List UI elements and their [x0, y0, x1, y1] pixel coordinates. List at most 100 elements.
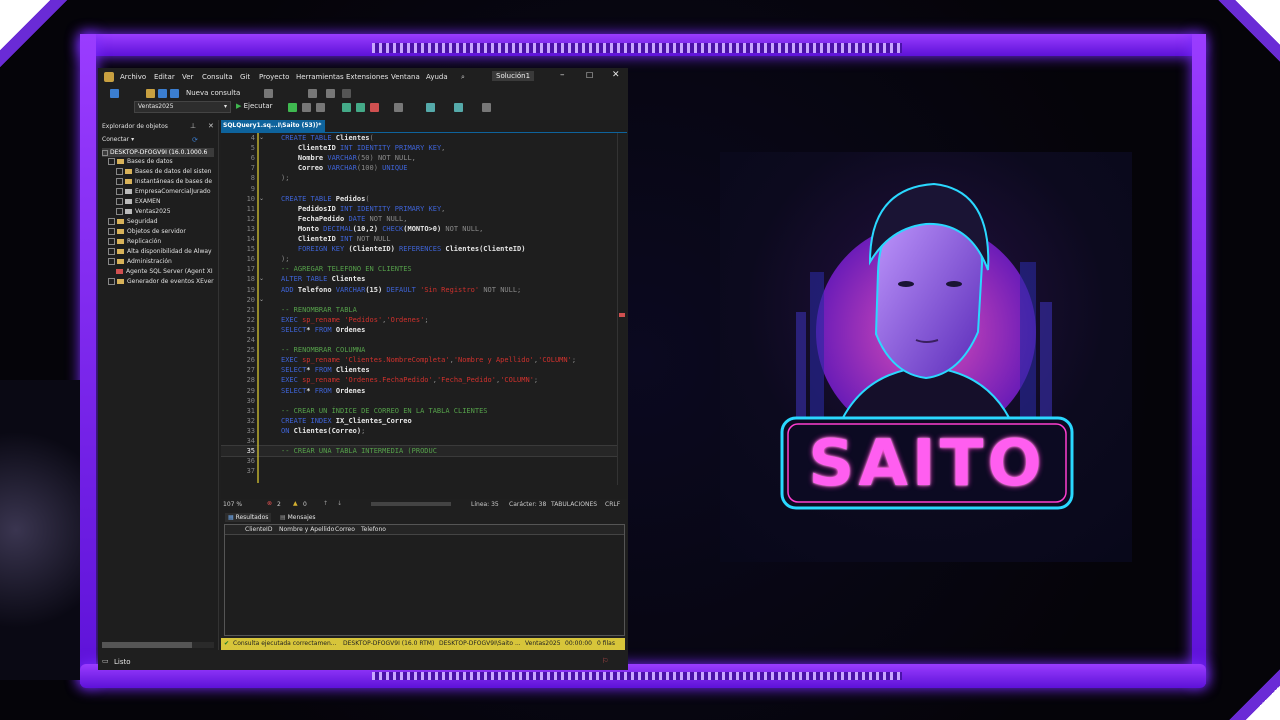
- code-line[interactable]: 12 FechaPedido DATE NOT NULL,: [221, 214, 617, 224]
- code-line[interactable]: 36: [221, 456, 617, 466]
- search-icon[interactable]: ⌕: [461, 73, 465, 82]
- code-line[interactable]: 25 -- RENOMBRAR COLUMNA: [221, 345, 617, 355]
- code-line[interactable]: 6 Nombre VARCHAR(50) NOT NULL,: [221, 153, 617, 163]
- indent-icon[interactable]: [426, 103, 435, 112]
- menu-herramientas[interactable]: Herramientas: [296, 73, 344, 81]
- code-line[interactable]: 27 SELECT* FROM Clientes: [221, 365, 617, 375]
- tree-item-server-objects[interactable]: Objetos de servidor: [108, 228, 186, 238]
- results-grid[interactable]: ClienteID Nombre y Apellido Correo Telef…: [224, 524, 625, 636]
- specify-values-icon[interactable]: [482, 103, 491, 112]
- menu-consulta[interactable]: Consulta: [202, 73, 233, 81]
- code-line[interactable]: 29 SELECT* FROM Ordenes: [221, 386, 617, 396]
- code-line[interactable]: 13 Monto DECIMAL(10,2) CHECK(MONTO>0) NO…: [221, 224, 617, 234]
- error-count[interactable]: 2: [277, 501, 281, 508]
- tree-item-sql-agent[interactable]: Agente SQL Server (Agent XI: [116, 268, 213, 278]
- code-line[interactable]: 23 SELECT* FROM Ordenes: [221, 325, 617, 335]
- comment-icon[interactable]: [342, 89, 351, 98]
- code-line[interactable]: 28 EXEC sp_rename 'Ordenes.FechaPedido','…: [221, 375, 617, 385]
- tree-item-management[interactable]: Administración: [108, 258, 172, 268]
- close-icon[interactable]: ✕: [612, 70, 620, 80]
- code-line[interactable]: 26 EXEC sp_rename 'Clientes.NombreComplet…: [221, 355, 617, 365]
- tab-resultados[interactable]: ▦ Resultados: [225, 513, 272, 522]
- code-line[interactable]: 11 PedidosID INT IDENTITY PRIMARY KEY,: [221, 204, 617, 214]
- code-line[interactable]: 34: [221, 436, 617, 446]
- fold-toggle-icon[interactable]: ⌄: [259, 296, 264, 303]
- up-arrow-icon[interactable]: ↑: [323, 500, 328, 507]
- outdent-icon[interactable]: [454, 103, 463, 112]
- tree-item-examen-db[interactable]: EXAMEN: [116, 198, 160, 208]
- new-query-button[interactable]: Nueva consulta: [186, 89, 240, 97]
- warning-count[interactable]: 0: [303, 501, 307, 508]
- refresh-icon[interactable]: ⟳: [192, 136, 198, 144]
- code-line[interactable]: 37: [221, 466, 617, 476]
- code-line[interactable]: 5 ClienteID INT IDENTITY PRIMARY KEY,: [221, 143, 617, 153]
- results-text-icon[interactable]: [342, 103, 351, 112]
- column-header[interactable]: Correo: [335, 525, 355, 534]
- tree-item-databases[interactable]: Bases de datos: [108, 158, 173, 168]
- open-folder-icon[interactable]: [146, 89, 155, 98]
- code-line[interactable]: 21 -- RENOMBRAR TABLA: [221, 305, 617, 315]
- code-line[interactable]: 32 CREATE INDEX IX_Clientes_Correo: [221, 416, 617, 426]
- menu-ver[interactable]: Ver: [182, 73, 193, 81]
- grid-icon[interactable]: [394, 103, 403, 112]
- column-header[interactable]: ClienteID: [245, 525, 272, 534]
- code-line[interactable]: 31 -- CREAR UN ÍNDICE DE CORREO EN LA TAB…: [221, 406, 617, 416]
- back-icon[interactable]: [110, 89, 119, 98]
- database-select[interactable]: Ventas2025 ▾: [134, 101, 231, 113]
- execute-button[interactable]: ▶ Ejecutar: [236, 102, 273, 110]
- pin-icon[interactable]: ⊥: [190, 122, 196, 130]
- column-header[interactable]: Telefono: [361, 525, 386, 534]
- save-all-icon[interactable]: [170, 89, 179, 98]
- menu-ventana[interactable]: Ventana: [391, 73, 420, 81]
- code-line[interactable]: 18 ALTER TABLE Clientes: [221, 274, 617, 284]
- tree-item-xevent-profiler[interactable]: Generador de eventos XEver: [108, 278, 214, 288]
- server-node[interactable]: DESKTOP-DFOGV9I (16.0.1000.6: [102, 148, 214, 157]
- fold-toggle-icon[interactable]: ⌄: [259, 195, 264, 202]
- query-editor[interactable]: SQLQuery1.sq...I\Saito (53))* 4 CREATE TA…: [221, 120, 627, 502]
- menu-extensiones[interactable]: Extensiones: [346, 73, 388, 81]
- paste-icon[interactable]: [326, 89, 335, 98]
- menu-proyecto[interactable]: Proyecto: [259, 73, 289, 81]
- query-options-icon[interactable]: [316, 103, 325, 112]
- code-line[interactable]: 22 EXEC sp_rename 'Pedidos','Ordenes';: [221, 315, 617, 325]
- panel-close-icon[interactable]: ✕: [208, 122, 214, 130]
- code-line[interactable]: 8);: [221, 173, 617, 183]
- menu-archivo[interactable]: Archivo: [120, 73, 146, 81]
- code-line[interactable]: 33 ON Clientes(Correo);: [221, 426, 617, 436]
- results-file-icon[interactable]: [370, 103, 379, 112]
- minimize-icon[interactable]: –: [560, 70, 565, 80]
- code-line[interactable]: 16);: [221, 254, 617, 264]
- zoom-level[interactable]: 107 %: [223, 501, 242, 508]
- notifications-icon[interactable]: ⚐: [602, 657, 608, 665]
- menu-editar[interactable]: Editar: [154, 73, 175, 81]
- tree-item-snapshots[interactable]: Instantáneas de bases de: [116, 178, 212, 188]
- code-line[interactable]: 14 ClienteID INT NOT NULL: [221, 234, 617, 244]
- fold-toggle-icon[interactable]: ⌄: [259, 275, 264, 282]
- tree-item-always-on[interactable]: Alta disponibilidad de Alway: [108, 248, 212, 258]
- code-line[interactable]: 15 FOREIGN KEY (ClienteID) REFERENCES Cl…: [221, 244, 617, 254]
- code-area[interactable]: 4 CREATE TABLE Clientes(5 ClienteID INT I…: [221, 133, 617, 485]
- tree-item-replication[interactable]: Replicación: [108, 238, 161, 248]
- save-icon[interactable]: [158, 89, 167, 98]
- code-line[interactable]: 20: [221, 295, 617, 305]
- display-plan-icon[interactable]: [302, 103, 311, 112]
- code-line[interactable]: 7 Correo VARCHAR(100) UNIQUE: [221, 163, 617, 173]
- object-explorer-scrollbar[interactable]: [102, 642, 214, 648]
- code-line[interactable]: 4 CREATE TABLE Clientes(: [221, 133, 617, 143]
- tree-item-system-databases[interactable]: Bases de datos del sisten: [116, 168, 211, 178]
- tab-sqlquery1[interactable]: SQLQuery1.sq...I\Saito (53))*: [221, 120, 325, 132]
- horizontal-scrollbar[interactable]: [371, 502, 451, 506]
- tree-item-empresa-db[interactable]: EmpresaComercialJurado: [116, 188, 211, 198]
- menu-git[interactable]: Git: [240, 73, 250, 81]
- editor-vertical-scrollbar[interactable]: [617, 133, 626, 485]
- code-line[interactable]: 17 -- AGREGAR TELEFONO EN CLIENTES: [221, 264, 617, 274]
- results-grid-icon[interactable]: [356, 103, 365, 112]
- code-line[interactable]: 10 CREATE TABLE Pedidos(: [221, 194, 617, 204]
- column-header[interactable]: Nombre y Apellido: [279, 525, 334, 534]
- code-line[interactable]: 9: [221, 184, 617, 194]
- code-line[interactable]: 30: [221, 396, 617, 406]
- code-line[interactable]: 24: [221, 335, 617, 345]
- code-line[interactable]: 19 ADD Telefono VARCHAR(15) DEFAULT 'Sin …: [221, 285, 617, 295]
- undo-icon[interactable]: [264, 89, 273, 98]
- tree-item-security[interactable]: Seguridad: [108, 218, 158, 228]
